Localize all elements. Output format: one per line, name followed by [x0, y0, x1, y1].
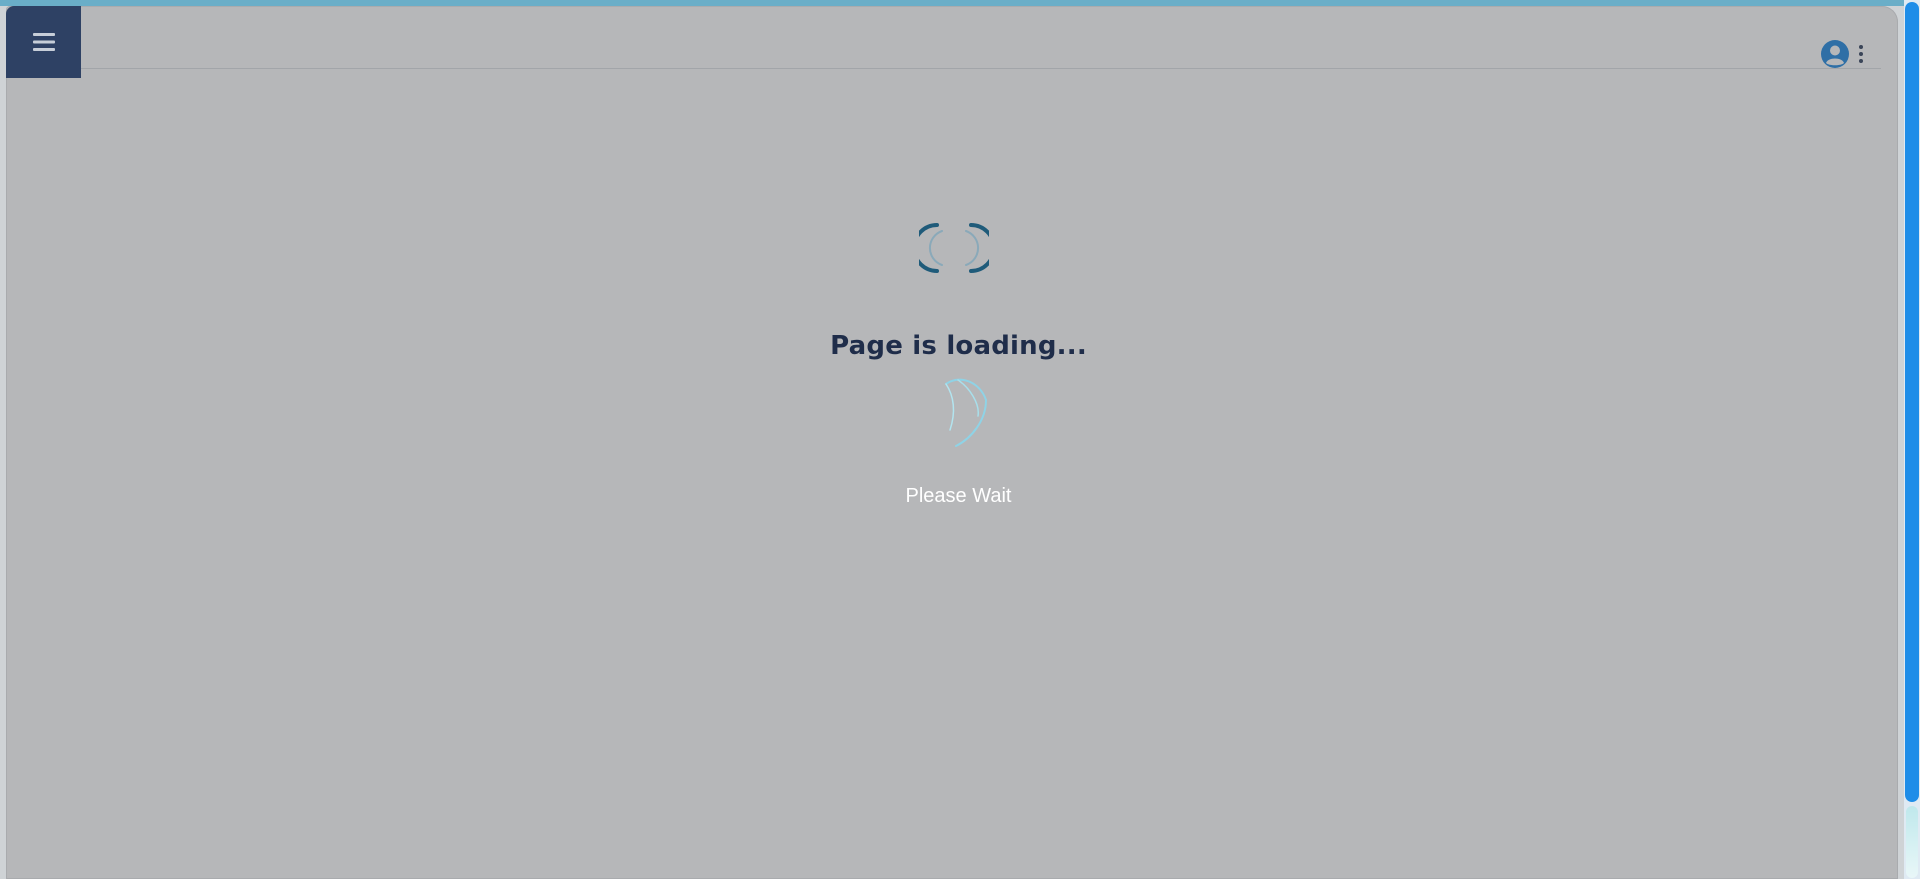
app-window: Page is loading... Please Wait	[6, 6, 1898, 879]
spinner-rings-icon	[919, 223, 989, 273]
loading-title: Page is loading...	[830, 331, 1087, 361]
scrollbar-thumb[interactable]	[1905, 2, 1919, 802]
scrollbar-lower-track	[1906, 806, 1918, 878]
please-wait-text: Please Wait	[905, 485, 1012, 507]
spinner-swirl-icon	[945, 378, 987, 447]
page-loading-overlay: Page is loading... Please Wait	[6, 6, 1898, 879]
